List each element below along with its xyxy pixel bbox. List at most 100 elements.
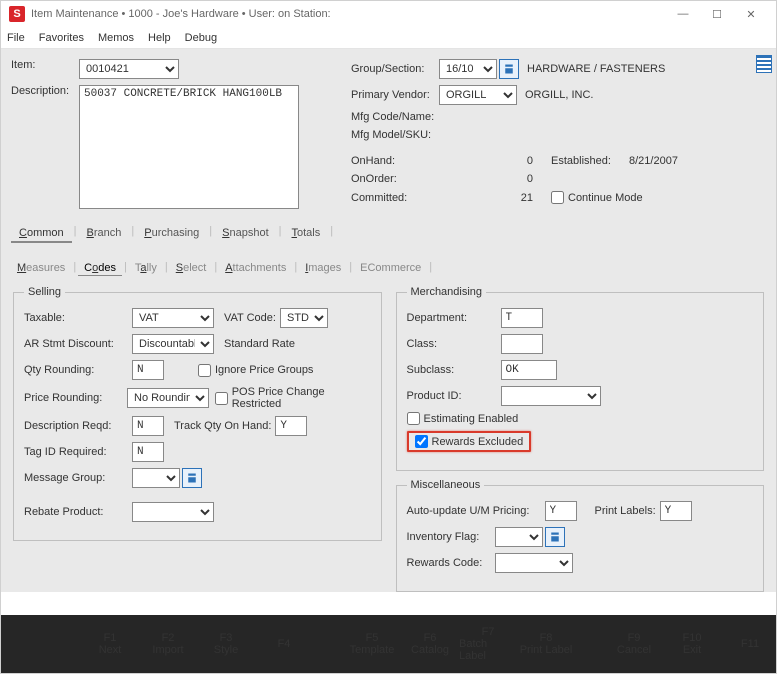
menu-favorites[interactable]: Favorites bbox=[39, 32, 84, 44]
tab-totals[interactable]: Totals bbox=[284, 225, 329, 243]
subtab-ecommerce[interactable]: ECommerce bbox=[354, 261, 427, 276]
continue-mode-checkbox[interactable] bbox=[551, 191, 564, 204]
invflag-combo[interactable] bbox=[495, 527, 543, 547]
subtab-tally[interactable]: Tally bbox=[129, 261, 163, 276]
productid-combo[interactable] bbox=[501, 386, 601, 406]
dept-input[interactable] bbox=[501, 308, 543, 328]
f10-exit[interactable]: F10Exit bbox=[663, 615, 721, 673]
rewardscode-combo[interactable] bbox=[495, 553, 573, 573]
subtab-images[interactable]: Images bbox=[299, 261, 347, 276]
group-lookup-icon[interactable] bbox=[499, 59, 519, 79]
f4[interactable]: F4 bbox=[255, 615, 313, 673]
vatcode-label: VAT Code: bbox=[224, 312, 276, 324]
vendor-text: ORGILL, INC. bbox=[525, 89, 593, 101]
f11[interactable]: F11 bbox=[721, 615, 777, 673]
group-combo[interactable]: 16/10 bbox=[439, 59, 497, 79]
vendor-label: Primary Vendor: bbox=[351, 89, 439, 101]
menu-memos[interactable]: Memos bbox=[98, 32, 134, 44]
arstmt-combo[interactable]: Discountable bbox=[132, 334, 214, 354]
committed-value: 21 bbox=[439, 192, 551, 204]
invflag-lookup-icon[interactable] bbox=[545, 527, 565, 547]
f3-style[interactable]: F3Style bbox=[197, 615, 255, 673]
class-input[interactable] bbox=[501, 334, 543, 354]
autoupdate-input[interactable] bbox=[545, 501, 577, 521]
msggroup-label: Message Group: bbox=[24, 472, 132, 484]
rewardscode-label: Rewards Code: bbox=[407, 557, 495, 569]
f5-template[interactable]: F5Template bbox=[343, 615, 401, 673]
f2-import[interactable]: F2Import bbox=[139, 615, 197, 673]
merch-group: Merchandising Department: Class: Subclas… bbox=[396, 286, 765, 471]
app-icon: S bbox=[9, 6, 25, 22]
invflag-label: Inventory Flag: bbox=[407, 531, 495, 543]
f7-batchlabel[interactable]: F7Batch Label bbox=[459, 615, 517, 673]
sidebar-toggle-icon[interactable] bbox=[756, 55, 772, 73]
trackqty-input[interactable] bbox=[275, 416, 307, 436]
qtyround-label: Qty Rounding: bbox=[24, 364, 132, 376]
group-text: HARDWARE / FASTENERS bbox=[527, 63, 665, 75]
taxable-label: Taxable: bbox=[24, 312, 132, 324]
estimating-label: Estimating Enabled bbox=[424, 413, 519, 425]
msggroup-lookup-icon[interactable] bbox=[182, 468, 202, 488]
qtyround-input[interactable] bbox=[132, 360, 164, 380]
onorder-value: 0 bbox=[439, 173, 551, 185]
rebate-combo[interactable] bbox=[132, 502, 214, 522]
misc-legend: Miscellaneous bbox=[407, 479, 485, 491]
productid-label: Product ID: bbox=[407, 390, 501, 402]
subtab-select[interactable]: Select bbox=[170, 261, 213, 276]
f8-printlabel[interactable]: F8Print Label bbox=[517, 615, 575, 673]
menu-help[interactable]: Help bbox=[148, 32, 171, 44]
onorder-label: OnOrder: bbox=[351, 173, 439, 185]
vendor-combo[interactable]: ORGILL bbox=[439, 85, 517, 105]
subtab-attachments[interactable]: Attachments bbox=[219, 261, 292, 276]
minimize-button[interactable]: — bbox=[666, 8, 700, 20]
close-button[interactable]: ✕ bbox=[734, 8, 768, 21]
subtab-codes[interactable]: Codes bbox=[78, 261, 122, 276]
rewards-excluded-label: Rewards Excluded bbox=[432, 436, 524, 448]
menu-bar: File Favorites Memos Help Debug bbox=[1, 27, 776, 49]
pos-restrict-label: POS Price Change Restricted bbox=[232, 386, 371, 410]
printlabels-input[interactable] bbox=[660, 501, 692, 521]
mfg-code-label: Mfg Code/Name: bbox=[351, 111, 439, 123]
mfg-model-label: Mfg Model/SKU: bbox=[351, 129, 439, 141]
taxable-combo[interactable]: VAT bbox=[132, 308, 214, 328]
selling-legend: Selling bbox=[24, 286, 65, 298]
tab-common[interactable]: Common bbox=[11, 225, 72, 243]
tab-purchasing[interactable]: Purchasing bbox=[136, 225, 207, 243]
autoupdate-label: Auto-update U/M Pricing: bbox=[407, 505, 545, 517]
maximize-button[interactable]: ☐ bbox=[700, 8, 734, 21]
onhand-label: OnHand: bbox=[351, 155, 439, 167]
menu-debug[interactable]: Debug bbox=[185, 32, 217, 44]
msggroup-combo[interactable] bbox=[132, 468, 180, 488]
rewards-excluded-checkbox[interactable] bbox=[415, 435, 428, 448]
trackqty-label: Track Qty On Hand: bbox=[174, 420, 271, 432]
tagid-label: Tag ID Required: bbox=[24, 446, 132, 458]
item-label: Item: bbox=[11, 59, 79, 71]
f6-catalog[interactable]: F6Catalog bbox=[401, 615, 459, 673]
subclass-input[interactable] bbox=[501, 360, 557, 380]
descreq-input[interactable] bbox=[132, 416, 164, 436]
stdrate-label: Standard Rate bbox=[224, 338, 295, 350]
committed-label: Committed: bbox=[351, 192, 439, 204]
pos-restrict-checkbox[interactable] bbox=[215, 392, 228, 405]
estimating-checkbox[interactable] bbox=[407, 412, 420, 425]
f1-next[interactable]: F1Next bbox=[81, 615, 139, 673]
subtab-measures[interactable]: Measures bbox=[11, 261, 71, 276]
tab-branch[interactable]: Branch bbox=[79, 225, 130, 243]
description-input[interactable]: 50037 CONCRETE/BRICK HANG100LB bbox=[79, 85, 299, 209]
established-label: Established: bbox=[551, 155, 629, 167]
priceround-combo[interactable]: No Rounding bbox=[127, 388, 209, 408]
dept-label: Department: bbox=[407, 312, 501, 324]
rebate-label: Rebate Product: bbox=[24, 506, 132, 518]
f9-cancel[interactable]: F9Cancel bbox=[605, 615, 663, 673]
description-label: Description: bbox=[11, 85, 79, 97]
continue-mode-label: Continue Mode bbox=[568, 192, 643, 204]
tagid-input[interactable] bbox=[132, 442, 164, 462]
onhand-value: 0 bbox=[439, 155, 551, 167]
menu-file[interactable]: File bbox=[7, 32, 25, 44]
tab-snapshot[interactable]: Snapshot bbox=[214, 225, 277, 243]
class-label: Class: bbox=[407, 338, 501, 350]
printlabels-label: Print Labels: bbox=[595, 505, 656, 517]
item-combo[interactable]: 0010421 bbox=[79, 59, 179, 79]
ignore-price-checkbox[interactable] bbox=[198, 364, 211, 377]
vatcode-combo[interactable]: STD bbox=[280, 308, 328, 328]
